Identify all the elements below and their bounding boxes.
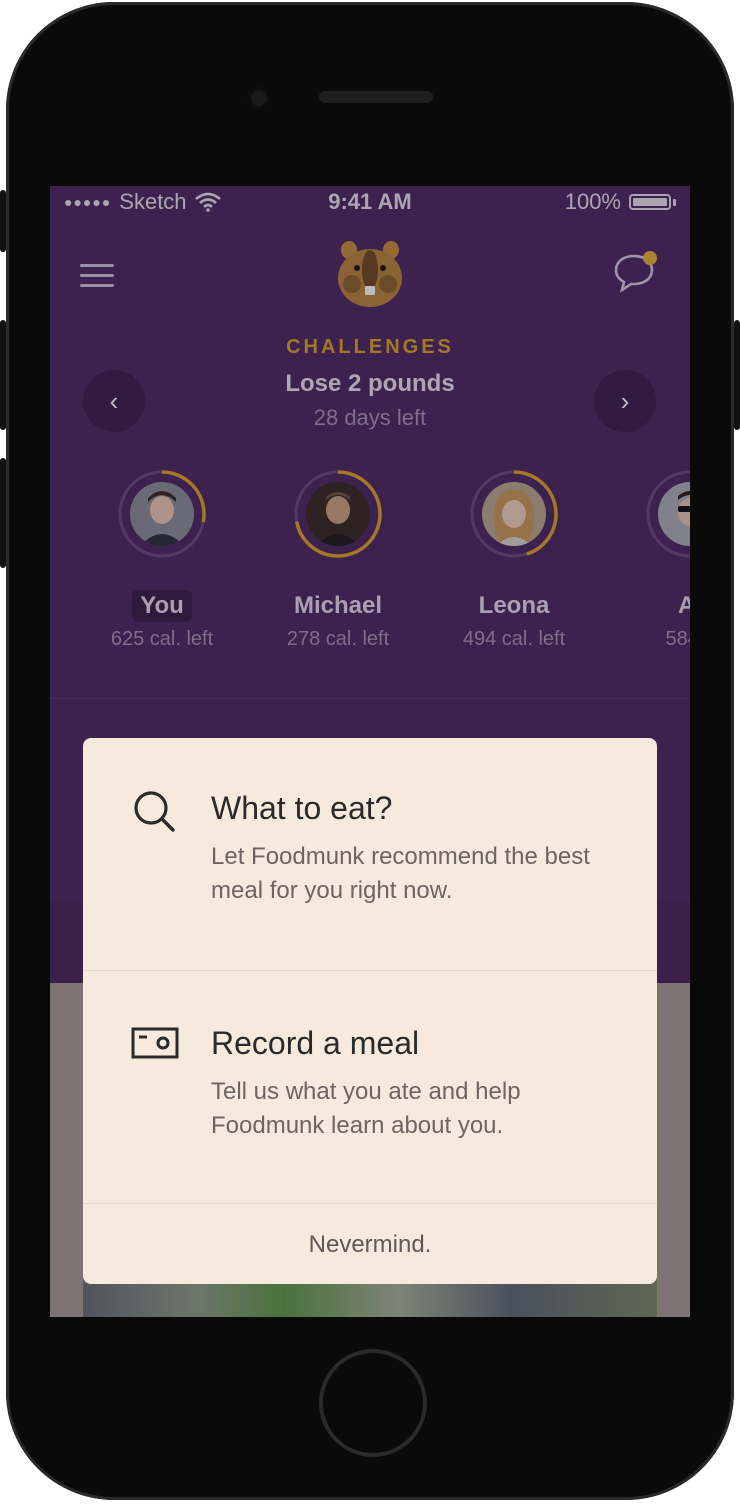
nevermind-button[interactable]: Nevermind. — [83, 1205, 657, 1284]
what-to-eat-option[interactable]: What to eat? Let Foodmunk recommend the … — [83, 738, 657, 970]
action-sheet: What to eat? Let Foodmunk recommend the … — [83, 738, 657, 1284]
option-description: Tell us what you ate and help Foodmunk l… — [211, 1078, 521, 1139]
option-description: Let Foodmunk recommend the best meal for… — [211, 843, 590, 904]
search-icon — [134, 791, 175, 832]
record-meal-option[interactable]: Record a meal Tell us what you ate and h… — [83, 971, 657, 1203]
power-button — [734, 320, 740, 430]
front-camera — [247, 86, 271, 110]
camera-icon — [131, 1027, 179, 1059]
option-title: Record a meal — [211, 1025, 420, 1061]
home-button[interactable] — [319, 1349, 427, 1457]
app-screen: ●●●●● Sketch 9:41 AM 100% CHALLENGES Los… — [50, 186, 690, 1317]
option-divider — [83, 1203, 657, 1204]
earpiece-speaker — [319, 91, 433, 103]
volume-up-button — [0, 320, 6, 430]
mute-switch — [0, 190, 6, 252]
option-title: What to eat? — [211, 790, 393, 826]
volume-down-button — [0, 458, 6, 568]
